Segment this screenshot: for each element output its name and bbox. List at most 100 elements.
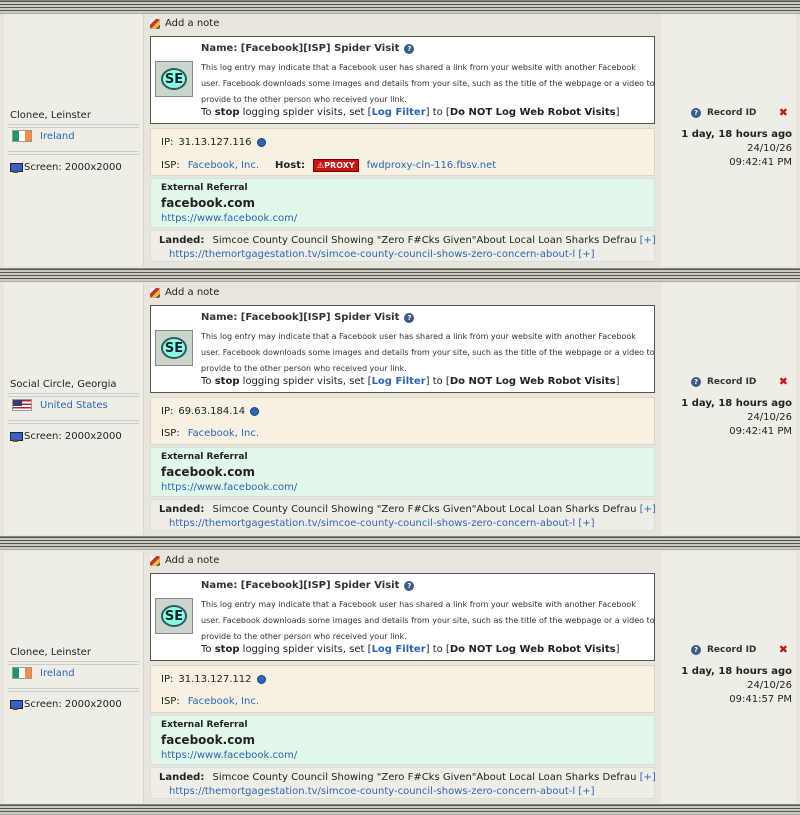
landed-label: Landed: (159, 772, 205, 783)
referral-box: External Referral facebook.com https://w… (150, 447, 655, 497)
country-row: United States (12, 399, 108, 411)
separator (8, 124, 139, 128)
isp-row: ISP: Facebook, Inc. Host: ⚠PROXY fwdprox… (161, 159, 496, 172)
country-link[interactable]: United States (40, 400, 108, 411)
lookup-icon[interactable] (250, 407, 260, 416)
isp-row: ISP: Facebook, Inc. (161, 696, 259, 707)
record-id-label: Record ID (707, 377, 757, 387)
help-icon: ? (691, 645, 701, 655)
search-engine-icon: SE (155, 61, 193, 97)
add-note-button[interactable]: Add a note (150, 555, 219, 566)
search-engine-icon-label: SE (161, 337, 187, 359)
search-engine-icon: SE (155, 330, 193, 366)
country-row: Ireland (12, 667, 75, 679)
separator (8, 393, 139, 397)
screen-resolution-label: Screen: 2000x2000 (24, 699, 122, 710)
landed-url-row: https://themortgagestation.tv/simcoe-cou… (169, 249, 595, 260)
landed-url-link[interactable]: https://themortgagestation.tv/simcoe-cou… (169, 518, 575, 529)
visit-date: 24/10/26 (747, 680, 792, 691)
stop-end: ] (615, 376, 620, 387)
stop-to: ] to [ (425, 376, 450, 387)
record-divider (0, 0, 800, 14)
spider-visit-box: SE Name: [Facebook][ISP] Spider Visit ? … (150, 305, 655, 393)
record-meta-panel: ? Record ID ✖ 1 day, 18 hours ago 24/10/… (661, 14, 796, 266)
visit-time: 1 day, 18 hours ago 24/10/26 09:41:57 PM (681, 665, 792, 707)
search-engine-icon: SE (155, 598, 193, 634)
add-note-button[interactable]: Add a note (150, 18, 219, 29)
do-not-log-option: Do NOT Log Web Robot Visits (449, 376, 616, 387)
stop-mid: logging spider visits, set [ (239, 107, 372, 118)
expand-title-button[interactable]: [+] (640, 504, 656, 515)
add-note-button[interactable]: Add a note (150, 287, 219, 298)
ip-label: IP: (161, 406, 174, 417)
us-flag-icon (12, 399, 32, 411)
stop-end: ] (615, 107, 620, 118)
isp-label: ISP: (161, 696, 180, 707)
referral-url-link[interactable]: https://www.facebook.com/ (161, 213, 297, 224)
record-id[interactable]: ? Record ID (691, 108, 756, 118)
help-icon[interactable]: ? (404, 312, 415, 323)
visit-details: Add a note SE Name: [Facebook][ISP] Spid… (146, 14, 659, 266)
host-link[interactable]: fwdproxy-cln-116.fbsv.net (367, 160, 497, 171)
delete-icon[interactable]: ✖ (779, 375, 788, 388)
record-id-label: Record ID (707, 108, 757, 118)
help-icon[interactable]: ? (404, 43, 415, 54)
stop-logging-instructions: To stop logging spider visits, set [Log … (201, 107, 620, 118)
time-ago-label: 1 day, 18 hours ago (681, 129, 792, 140)
expand-url-button[interactable]: [+] (578, 786, 594, 797)
referral-url-link[interactable]: https://www.facebook.com/ (161, 482, 297, 493)
ip-row: IP: 69.63.184.14 (161, 406, 260, 417)
country-link[interactable]: Ireland (40, 131, 75, 142)
landed-url-link[interactable]: https://themortgagestation.tv/simcoe-cou… (169, 249, 575, 260)
landed-label: Landed: (159, 504, 205, 515)
pencil-icon (150, 555, 160, 566)
referral-domain: facebook.com (161, 465, 256, 479)
isp-link[interactable]: Facebook, Inc. (188, 696, 259, 707)
lookup-icon[interactable] (256, 138, 266, 147)
isp-link[interactable]: Facebook, Inc. (188, 428, 259, 439)
delete-icon[interactable]: ✖ (779, 106, 788, 119)
landed-url-link[interactable]: https://themortgagestation.tv/simcoe-cou… (169, 786, 575, 797)
country-row: Ireland (12, 130, 75, 142)
add-note-label: Add a note (165, 287, 220, 298)
log-filter-link[interactable]: Log Filter (372, 376, 426, 387)
expand-title-button[interactable]: [+] (640, 772, 656, 783)
log-filter-link[interactable]: Log Filter (372, 107, 426, 118)
do-not-log-option: Do NOT Log Web Robot Visits (449, 644, 616, 655)
expand-url-button[interactable]: [+] (578, 249, 594, 260)
record-divider (0, 536, 800, 550)
stop-to: ] to [ (425, 107, 450, 118)
spider-name-label: Name: [Facebook][ISP] Spider Visit (201, 312, 400, 323)
expand-url-button[interactable]: [+] (578, 518, 594, 529)
referral-title: External Referral (161, 183, 248, 193)
spider-name: Name: [Facebook][ISP] Spider Visit ? (201, 312, 415, 323)
expand-title-button[interactable]: [+] (640, 235, 656, 246)
log-filter-link[interactable]: Log Filter (372, 644, 426, 655)
spider-description: This log entry may indicate that a Faceb… (201, 332, 655, 373)
help-icon[interactable]: ? (404, 580, 415, 591)
ip-row: IP: 31.13.127.116 (161, 137, 266, 148)
visit-time: 1 day, 18 hours ago 24/10/26 09:42:41 PM (681, 397, 792, 439)
screen-resolution: Screen: 2000x2000 (10, 162, 122, 173)
record-id[interactable]: ? Record ID (691, 645, 756, 655)
record-id[interactable]: ? Record ID (691, 377, 756, 387)
referral-box: External Referral facebook.com https://w… (150, 178, 655, 228)
isp-link[interactable]: Facebook, Inc. (188, 160, 259, 171)
time-ago: 1 day, 18 hours ago (681, 397, 792, 411)
landed-label: Landed: (159, 235, 205, 246)
referral-url-link[interactable]: https://www.facebook.com/ (161, 750, 297, 761)
referral-title: External Referral (161, 452, 248, 462)
stop-prefix: To (201, 644, 215, 655)
delete-icon[interactable]: ✖ (779, 643, 788, 656)
help-icon: ? (691, 377, 701, 387)
screen-resolution-label: Screen: 2000x2000 (24, 162, 122, 173)
visit-details: Add a note SE Name: [Facebook][ISP] Spid… (146, 283, 659, 535)
ip-info-box: IP: 31.13.127.112 ISP: Facebook, Inc. (150, 665, 655, 713)
ip-address: 69.63.184.14 (178, 406, 246, 417)
record-id-label: Record ID (707, 645, 757, 655)
stop-mid: logging spider visits, set [ (239, 644, 372, 655)
lookup-icon[interactable] (256, 675, 266, 684)
stop-logging-instructions: To stop logging spider visits, set [Log … (201, 644, 620, 655)
landed-title: Simcoe County Council Showing "Zero F#Ck… (212, 772, 637, 783)
country-link[interactable]: Ireland (40, 668, 75, 679)
